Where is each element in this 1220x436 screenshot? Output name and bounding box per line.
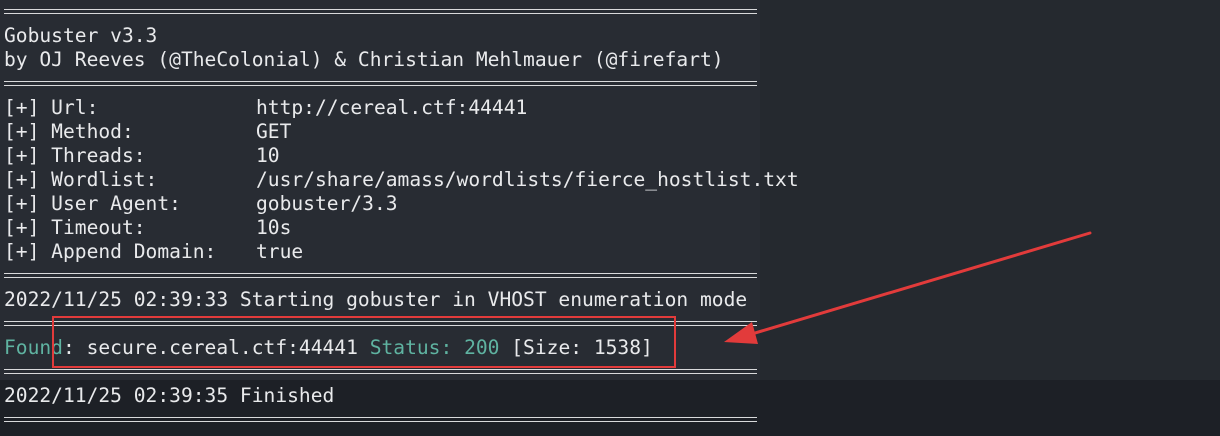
config-key: [+] Append Domain: — [4, 240, 217, 263]
config-value: true — [256, 240, 304, 263]
config-key: [+] Method: — [4, 120, 134, 143]
separator — [4, 0, 1214, 24]
config-row: [+] Threads: 10 — [4, 144, 1214, 168]
finished-line: 2022/11/25 02:39:35 Finished — [4, 384, 335, 407]
config-value: /usr/share/amass/wordlists/fierce_hostli… — [256, 168, 799, 191]
config-row: [+] Append Domain: true — [4, 240, 1214, 264]
config-row: [+] Timeout: 10s — [4, 216, 1214, 240]
start-line: 2022/11/25 02:39:33 Starting gobuster in… — [4, 288, 748, 311]
banner-title: Gobuster v3.3 — [4, 24, 158, 47]
config-key: [+] Wordlist: — [4, 168, 158, 191]
terminal-window[interactable]: Gobuster v3.3 by OJ Reeves (@TheColonial… — [0, 0, 1220, 436]
config-key: [+] Threads: — [4, 144, 146, 167]
config-key: [+] User Agent: — [4, 192, 181, 215]
separator — [4, 264, 1214, 288]
banner-credits: by OJ Reeves (@TheColonial) & Christian … — [4, 48, 724, 71]
config-key: [+] Timeout: — [4, 216, 146, 239]
config-row: [+] Method: GET — [4, 120, 1214, 144]
config-value: http://cereal.ctf:44441 — [256, 96, 528, 119]
config-row: [+] User Agent: gobuster/3.3 — [4, 192, 1214, 216]
separator — [4, 408, 1214, 432]
config-value: 10 — [256, 144, 280, 167]
config-row: [+] Url: http://cereal.ctf:44441 — [4, 96, 1214, 120]
config-row: [+] Wordlist: /usr/share/amass/wordlists/… — [4, 168, 1214, 192]
config-value: 10s — [256, 216, 292, 239]
annotation-highlight-box — [52, 316, 676, 368]
config-key: [+] Url: — [4, 96, 99, 119]
separator — [4, 72, 1214, 96]
config-value: GET — [256, 120, 292, 143]
config-value: gobuster/3.3 — [256, 192, 398, 215]
